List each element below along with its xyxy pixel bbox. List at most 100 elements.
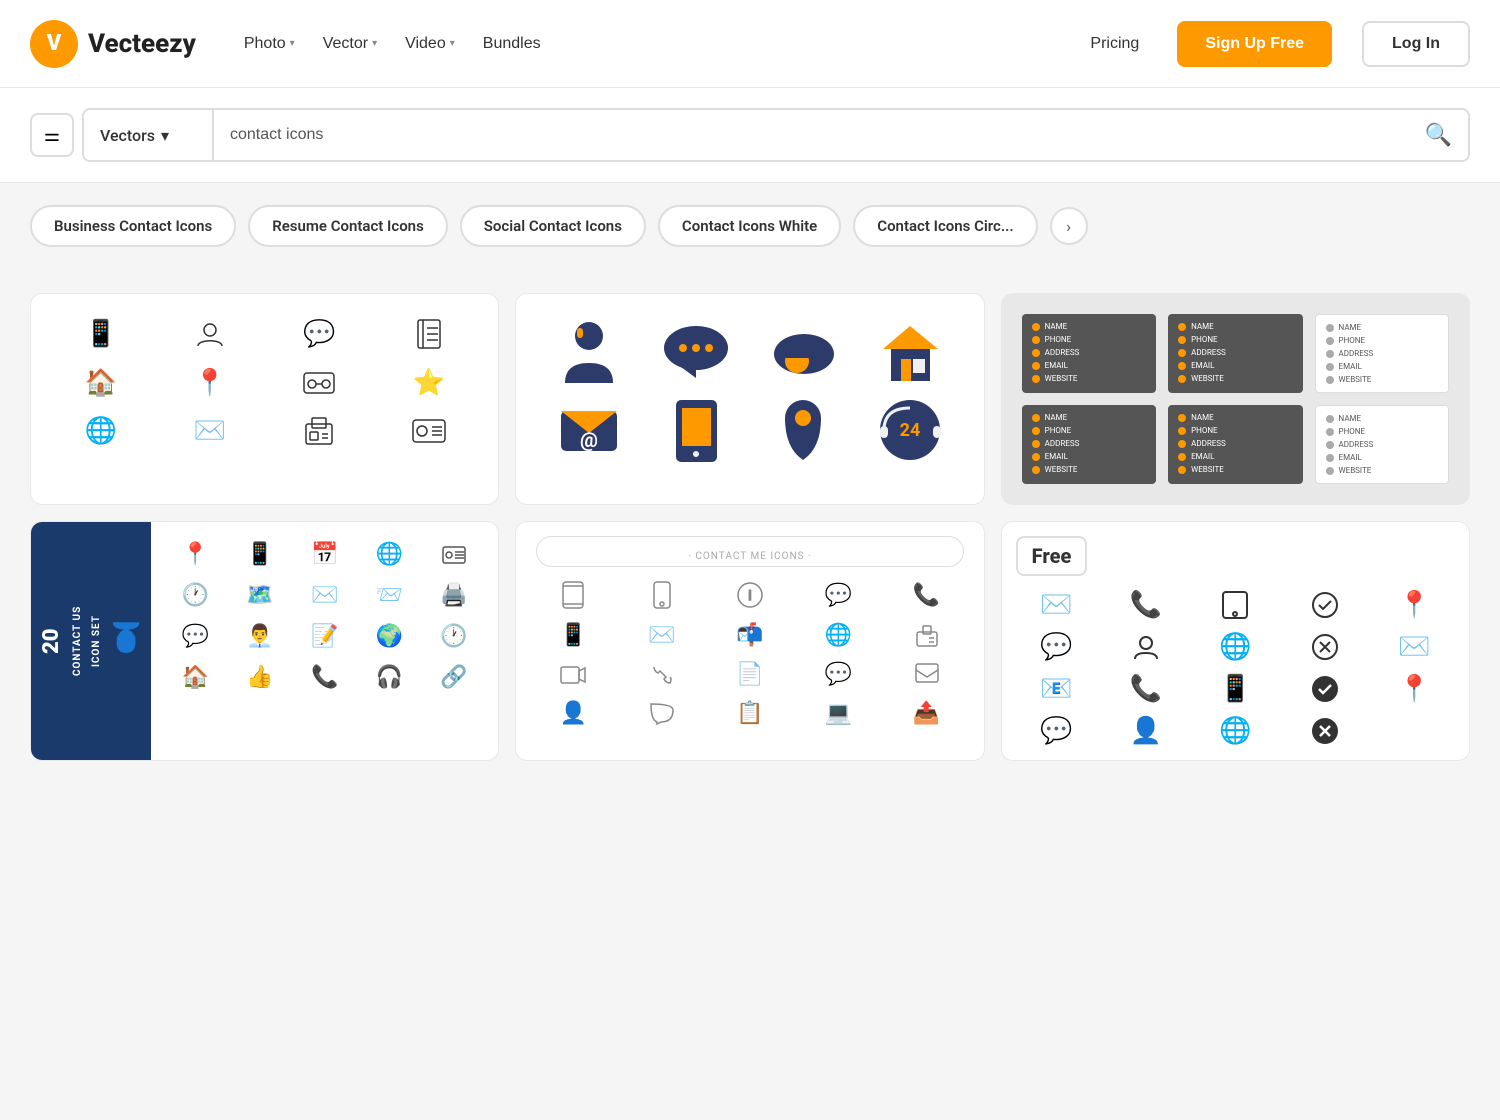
tags-section: Business Contact Icons Resume Contact Ic… [0, 183, 1500, 269]
card-20-contact-icon-set[interactable]: 20 CONTACT US ICON SET 👤 📍 📱 📅 🌐 [30, 521, 499, 761]
filter-icon: ⚌ [44, 125, 60, 146]
sm-icon-world: 🌍 [365, 624, 414, 649]
nav-bundles[interactable]: Bundles [483, 35, 541, 53]
search-type-chevron: ▾ [161, 126, 169, 145]
nav-vector-chevron: ▾ [372, 38, 377, 49]
sm-icon-location: 📍 [171, 542, 220, 567]
sm-icon-house: 🏠 [171, 665, 220, 690]
search-section: ⚌ Vectors ▾ 🔍 [0, 88, 1500, 183]
sm-icon-map: 🗺️ [236, 583, 285, 608]
sm-icon-phone: 📞 [300, 665, 349, 690]
card-flat-contact-icons[interactable]: @ [515, 293, 984, 505]
free-icon-globe-outline: 🌐 [1197, 632, 1274, 662]
search-type-dropdown[interactable]: Vectors ▾ [84, 110, 214, 160]
main-nav: Photo ▾ Vector ▾ Video ▾ Bundles [244, 35, 541, 53]
cm-icon-globe: 🌐 [801, 623, 875, 648]
sm-icon-mail: ✉️ [300, 583, 349, 608]
free-icon-location-outline: 📍 [1376, 590, 1453, 620]
tag-circle[interactable]: Contact Icons Circ... [853, 205, 1037, 247]
cm-icon-video [536, 662, 610, 687]
results-grid: 📱 💬 🏠 📍 [0, 269, 1500, 785]
logo[interactable]: V Vecteezy [30, 20, 196, 68]
svg-text:24: 24 [900, 420, 921, 441]
icon-globe: 🌐 [55, 416, 146, 446]
free-icon-tablet-filled: 📱 [1197, 674, 1274, 704]
free-icon-phone2-filled: 📞 [1107, 674, 1184, 704]
icon-star: ⭐ [383, 368, 474, 398]
free-icon-user-filled: 👤 [1107, 716, 1184, 746]
icon-location: 📍 [164, 368, 255, 398]
icon-fax [274, 416, 365, 446]
cm-icon-share [889, 662, 963, 687]
svg-text:i: i [748, 588, 751, 604]
signup-button[interactable]: Sign Up Free [1177, 21, 1332, 67]
nav-photo[interactable]: Photo ▾ [244, 35, 295, 53]
search-type-label: Vectors [100, 126, 155, 145]
nav-video-chevron: ▾ [450, 38, 455, 49]
icon-user [164, 318, 255, 350]
sm-icon-clock: 🕐 [171, 583, 220, 608]
tag-white[interactable]: Contact Icons White [658, 205, 841, 247]
search-button[interactable]: 🔍 [1409, 122, 1468, 148]
icon-cassette [274, 368, 365, 398]
cm-icon-call [625, 662, 699, 687]
login-button[interactable]: Log In [1362, 21, 1470, 67]
free-icon-mail-filled: ✉️ [1376, 632, 1453, 662]
card-free-contact-icons[interactable]: Free ✉️ 📞 📍 💬 [1001, 521, 1470, 761]
sm-icon-globe: 🌐 [365, 542, 414, 567]
cm-icon-mail: ✉️ [625, 623, 699, 648]
free-icon-x-circle-outline [1286, 632, 1363, 662]
icon-vcard [383, 416, 474, 446]
pricing-button[interactable]: Pricing [1082, 35, 1147, 53]
sm-icon-comment: 💬 [171, 624, 220, 649]
icon-home: 🏠 [55, 368, 146, 398]
cm-icon-mail2: 📤 [889, 701, 963, 726]
logo-name: Vecteezy [88, 29, 196, 59]
tag-social[interactable]: Social Contact Icons [460, 205, 646, 247]
search-icon: 🔍 [1425, 122, 1452, 147]
search-input[interactable] [214, 126, 1409, 144]
sm-icon-headset: 🎧 [365, 665, 414, 690]
cm-icon-phone [625, 581, 699, 609]
card-contact-me-icons[interactable]: · CONTACT ME ICONS · i [515, 521, 984, 761]
sm-icon-mobile: 📱 [236, 542, 285, 567]
card-contact-icons-white[interactable]: NAME PHONE ADDRESS EMAIL WEBSITE NAME PH… [1001, 293, 1470, 505]
sm-icon-printer: 🖨️ [430, 583, 479, 608]
sm-icon-support: 👨‍💼 [236, 624, 285, 649]
nav-vector[interactable]: Vector ▾ [323, 35, 377, 53]
sm-icon-24h: 🕐 [430, 624, 479, 649]
card-business-contact-icons[interactable]: 📱 💬 🏠 📍 [30, 293, 499, 505]
free-icon-globe-filled: 🌐 [1197, 716, 1274, 746]
tags-more-button[interactable]: › [1050, 207, 1088, 245]
contact-list-dark-1: NAME PHONE ADDRESS EMAIL WEBSITE [1022, 314, 1156, 393]
logo-icon: V [30, 20, 78, 68]
free-icon-chat-filled: 💬 [1018, 632, 1095, 662]
sidebar-person-icon: 👤 [110, 620, 143, 654]
header: V Vecteezy Photo ▾ Vector ▾ Video ▾ Bund… [0, 0, 1500, 88]
nav-video[interactable]: Video ▾ [405, 35, 455, 53]
tag-resume[interactable]: Resume Contact Icons [248, 205, 448, 247]
filter-button[interactable]: ⚌ [30, 113, 74, 157]
free-icon-check-filled [1286, 674, 1363, 704]
cm-icon-document: 📄 [713, 662, 787, 687]
search-box: Vectors ▾ 🔍 [82, 108, 1470, 162]
svg-text:@: @ [580, 428, 598, 452]
cm-icon-phone-call: 📞 [889, 581, 963, 609]
free-badge: Free [1016, 536, 1088, 576]
cm-icon-info: i [713, 581, 787, 609]
contact-list-dark-4: NAME PHONE ADDRESS EMAIL WEBSITE [1168, 405, 1302, 484]
sm-icon-edit: 📝 [300, 624, 349, 649]
contact-list-light-1: NAME PHONE ADDRESS EMAIL WEBSITE [1315, 314, 1449, 393]
card-sidebar: 20 CONTACT US ICON SET 👤 [31, 522, 151, 760]
cm-icon-fax [889, 623, 963, 648]
nav-photo-chevron: ▾ [290, 38, 295, 49]
sm-icon-envelope: 📨 [365, 583, 414, 608]
cm-icon-user: 👤 [536, 701, 610, 726]
icon-notebook [383, 318, 474, 350]
cm-icon-chat2 [625, 701, 699, 726]
free-icon-user-outline [1107, 632, 1184, 662]
icon-chat: 💬 [274, 318, 365, 350]
tag-business[interactable]: Business Contact Icons [30, 205, 236, 247]
icon-mail: ✉️ [164, 416, 255, 446]
free-icon-comment-filled: 💬 [1018, 716, 1095, 746]
